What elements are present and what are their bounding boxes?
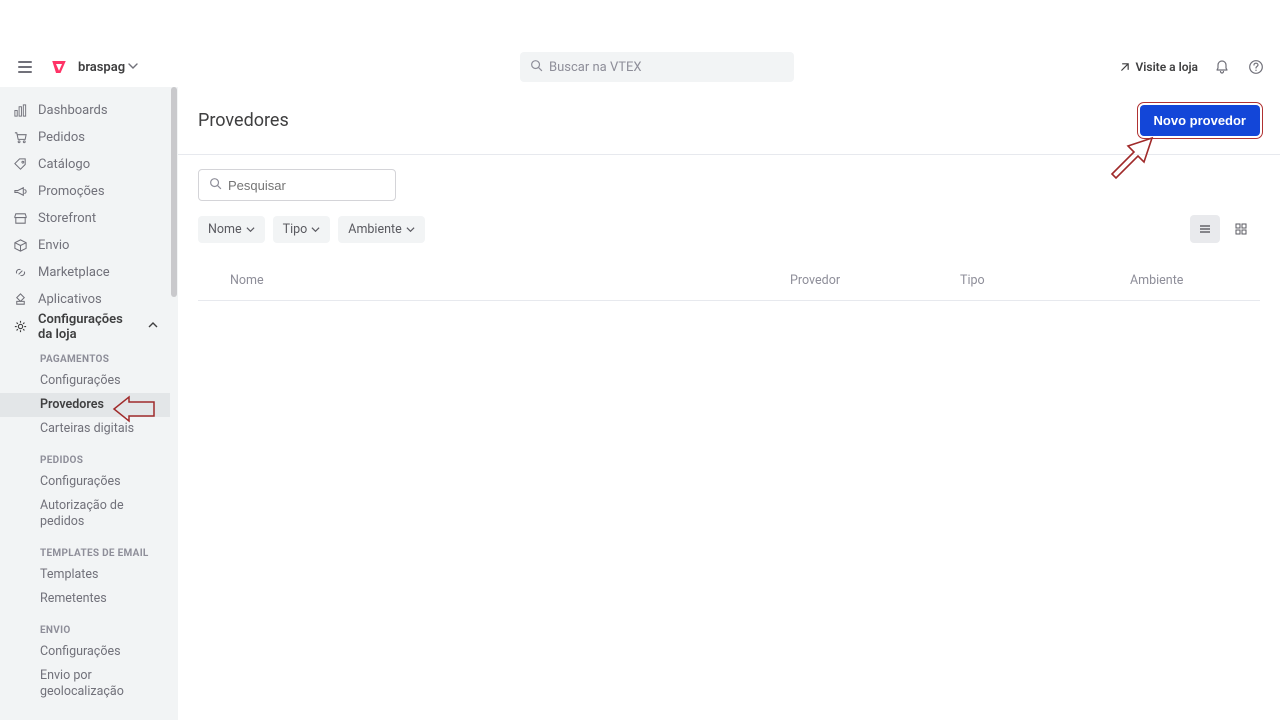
sidebar: Dashboards Pedidos Catálogo Promoções St… [0,87,170,720]
sidebar-item-pedidos[interactable]: Pedidos [0,124,170,151]
sidebar-item-storefront[interactable]: Storefront [0,205,170,232]
sidebar-item-label: Configurações da loja [38,312,138,342]
sidebar-scrollbar[interactable] [170,87,178,720]
sidebar-item-label: Aplicativos [38,292,102,307]
filter-tipo[interactable]: Tipo [273,216,331,243]
chevron-down-icon [246,225,255,234]
sidebar-item-label: Pedidos [38,130,85,145]
filter-label: Nome [208,222,242,237]
page-title: Provedores [198,110,289,131]
sidebar-item-aplicativos[interactable]: Aplicativos [0,286,170,313]
sidebar-item-config-loja[interactable]: Configurações da loja [0,313,170,340]
sub-item-pag-provedores[interactable]: Provedores [0,393,170,417]
notifications-icon[interactable] [1212,57,1232,77]
help-icon[interactable] [1246,57,1266,77]
view-list-button[interactable] [1190,215,1220,243]
tag-icon [12,157,28,173]
sidebar-item-label: Catálogo [38,157,90,172]
sub-heading-pagamentos: PAGAMENTOS [0,340,170,369]
global-search-placeholder: Buscar na VTEX [549,60,642,75]
box-icon [12,238,28,254]
search-icon [209,177,222,194]
vtex-logo [50,58,68,76]
sidebar-item-marketplace[interactable]: Marketplace [0,259,170,286]
col-provedor: Provedor [790,273,960,288]
sub-item-pag-config[interactable]: Configurações [0,369,170,393]
sidebar-item-label: Storefront [38,211,96,226]
chevron-up-icon [148,319,158,334]
filter-nome[interactable]: Nome [198,216,265,243]
gear-icon [12,319,28,335]
global-search[interactable]: Buscar na VTEX [520,52,794,82]
grid-icon [1234,222,1248,236]
sub-item-env-geo[interactable]: Envio por geolocalização [0,664,170,704]
view-grid-button[interactable] [1226,215,1256,243]
table-header: Nome Provedor Tipo Ambiente [198,259,1260,301]
link-icon [12,265,28,281]
main-content: Provedores Novo provedor Nome [178,87,1280,720]
visit-store-link[interactable]: Visite a loja [1119,60,1198,74]
hamburger-icon[interactable] [18,57,38,77]
cart-icon [12,130,28,146]
filter-label: Tipo [283,222,308,237]
provider-search[interactable] [198,169,396,201]
sidebar-item-label: Marketplace [38,265,110,280]
sidebar-item-label: Dashboards [38,103,108,118]
sidebar-item-envio[interactable]: Envio [0,232,170,259]
storefront-icon [12,211,28,227]
filter-ambiente[interactable]: Ambiente [338,216,424,243]
search-icon [530,59,543,76]
col-tipo: Tipo [960,273,1130,288]
dashboard-icon [12,103,28,119]
sub-item-ped-auth[interactable]: Autorização de pedidos [0,494,170,534]
sub-heading-pedidos: PEDIDOS [0,441,170,470]
sidebar-item-dashboards[interactable]: Dashboards [0,97,170,124]
visit-store-label: Visite a loja [1135,60,1198,74]
chevron-down-icon [406,225,415,234]
megaphone-icon [12,184,28,200]
external-link-icon [1119,62,1130,73]
provider-search-input[interactable] [228,178,404,193]
sub-item-env-config[interactable]: Configurações [0,640,170,664]
chevron-down-icon [311,225,320,234]
sidebar-item-promocoes[interactable]: Promoções [0,178,170,205]
sidebar-item-label: Promoções [38,184,105,199]
novo-provedor-button[interactable]: Novo provedor [1140,105,1260,136]
account-name[interactable]: braspag [78,60,125,75]
sub-item-tpl-templates[interactable]: Templates [0,563,170,587]
sidebar-item-catalogo[interactable]: Catálogo [0,151,170,178]
sub-heading-templates: TEMPLATES DE EMAIL [0,534,170,563]
chevron-down-icon[interactable] [128,59,138,75]
list-icon [1198,222,1212,236]
sidebar-item-label: Envio [38,238,69,253]
top-bar: braspag Buscar na VTEX Visite a loja [0,47,1280,87]
sub-item-tpl-remetentes[interactable]: Remetentes [0,587,170,611]
apps-icon [12,292,28,308]
sub-heading-envio: ENVIO [0,611,170,640]
sub-item-pag-carteiras[interactable]: Carteiras digitais [0,417,170,441]
col-nome: Nome [230,273,790,288]
sub-item-ped-config[interactable]: Configurações [0,470,170,494]
filter-label: Ambiente [348,222,401,237]
col-ambiente: Ambiente [1130,273,1228,288]
